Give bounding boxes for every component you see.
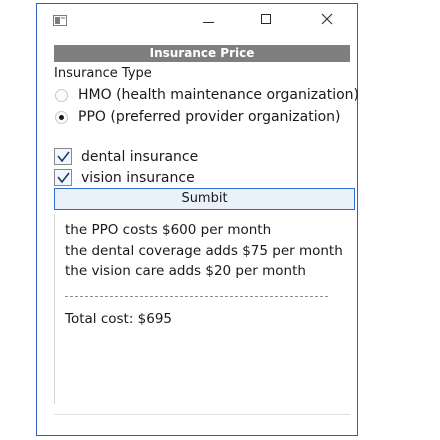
minimize-icon <box>203 22 214 23</box>
checkmark-icon <box>57 151 70 163</box>
radio-button-hmo[interactable] <box>55 88 68 102</box>
radio-label-ppo: PPO (preferred provider organization) <box>78 109 341 125</box>
radio-option-hmo[interactable]: HMO (health maintenance organization) <box>55 85 359 105</box>
insurance-price-window: Insurance Price Insurance Type HMO (heal… <box>36 3 359 436</box>
results-panel: the PPO costs $600 per month the dental … <box>54 214 350 414</box>
radio-button-ppo[interactable] <box>55 110 68 124</box>
maximize-icon <box>261 14 271 24</box>
radio-option-ppo[interactable]: PPO (preferred provider organization) <box>55 107 341 127</box>
minimize-button[interactable] <box>188 4 228 34</box>
close-button[interactable] <box>307 4 347 34</box>
maximize-button[interactable] <box>246 4 286 34</box>
app-window-icon <box>53 15 67 26</box>
results-divider <box>65 296 328 297</box>
header-title: Insurance Price <box>54 45 350 62</box>
checkbox-dental[interactable] <box>54 148 72 165</box>
result-line-dental: the dental coverage adds $75 per month <box>65 243 343 259</box>
checkmark-icon <box>57 172 70 184</box>
insurance-type-label: Insurance Type <box>54 66 152 81</box>
result-line-vision: the vision care adds $20 per month <box>65 263 306 279</box>
checkbox-label-dental: dental insurance <box>81 148 199 165</box>
title-bar <box>37 4 357 34</box>
checkbox-option-dental[interactable]: dental insurance <box>54 147 198 166</box>
panel-bottom-edge <box>54 414 350 415</box>
submit-button[interactable]: Sumbit <box>54 188 355 210</box>
checkbox-label-vision: vision insurance <box>81 169 195 186</box>
total-cost: Total cost: $695 <box>65 311 173 327</box>
checkbox-vision[interactable] <box>54 169 72 186</box>
result-line-plan: the PPO costs $600 per month <box>65 222 272 238</box>
radio-label-hmo: HMO (health maintenance organization) <box>78 87 359 103</box>
close-icon <box>321 13 333 25</box>
checkbox-option-vision[interactable]: vision insurance <box>54 168 195 187</box>
